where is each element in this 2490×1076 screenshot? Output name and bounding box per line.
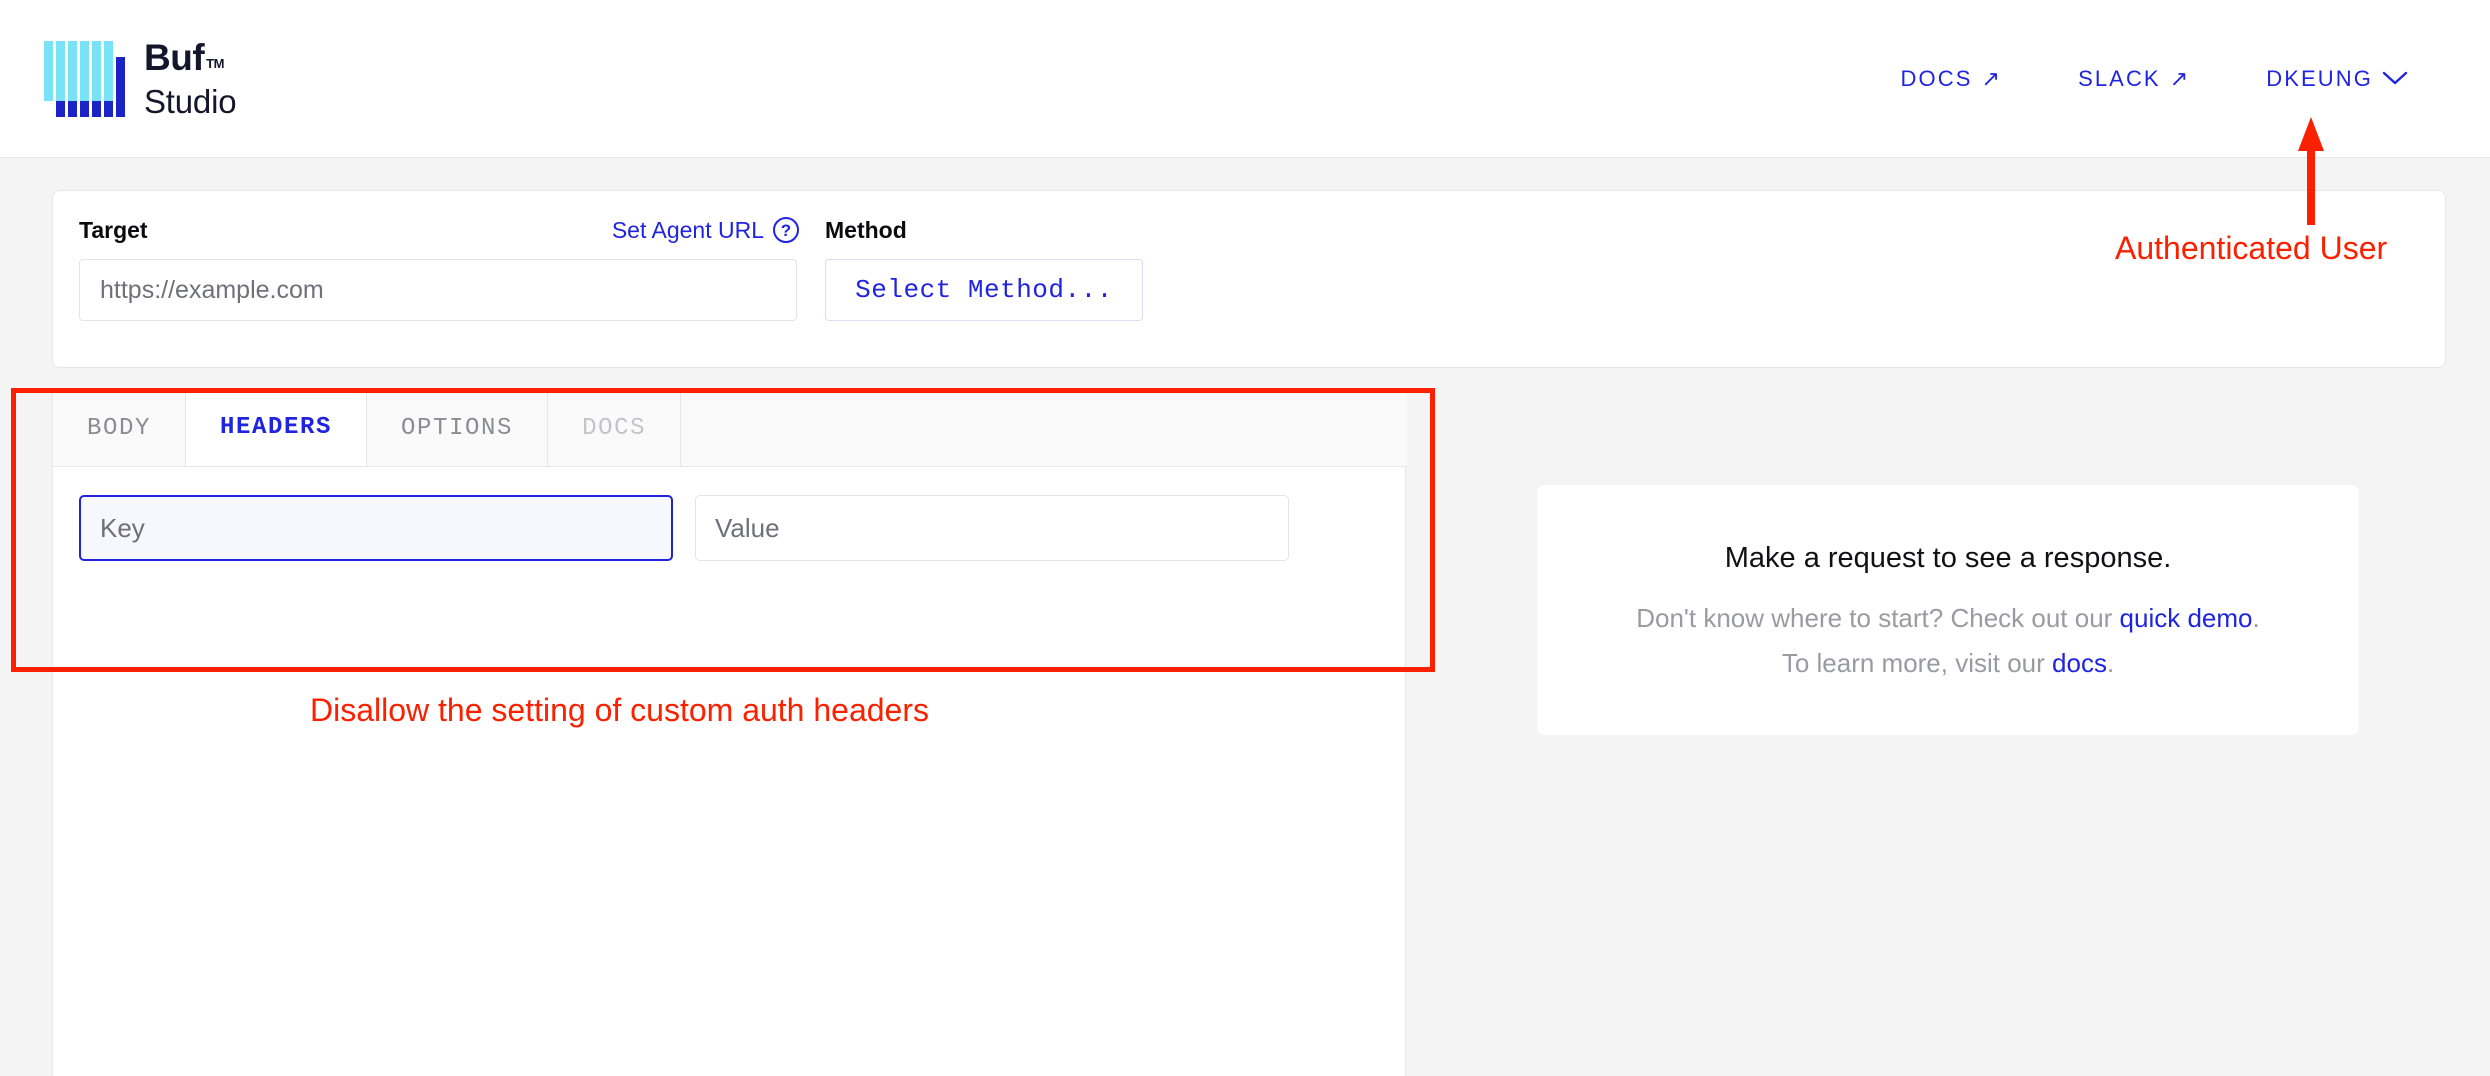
- response-hint-2-text: To learn more, visit our: [1781, 647, 2053, 678]
- user-menu-label: DKEUNG: [2266, 65, 2373, 91]
- user-menu-dkeung[interactable]: DKEUNG: [2228, 56, 2446, 102]
- tab-docs[interactable]: DOCS: [548, 389, 682, 466]
- response-placeholder-card: Make a request to see a response. Don't …: [1537, 485, 2359, 735]
- header-value-input[interactable]: [695, 495, 1289, 561]
- brand-wordmark: Buf TM Studio: [144, 37, 237, 120]
- docs-link[interactable]: docs: [2052, 648, 2107, 678]
- nav-link-slack[interactable]: SLACK ↗: [2040, 56, 2228, 102]
- quick-demo-link[interactable]: quick demo: [2120, 603, 2253, 633]
- set-agent-url-label: Set Agent URL: [611, 216, 764, 243]
- brand-logo[interactable]: Buf TM Studio: [44, 37, 237, 120]
- help-question-icon[interactable]: ?: [773, 217, 799, 243]
- buf-logo-icon: [44, 40, 125, 117]
- header-key-input[interactable]: [79, 495, 673, 561]
- external-link-arrow-icon: ↗: [1981, 65, 2003, 91]
- target-url-input[interactable]: [79, 259, 797, 321]
- nav-link-slack-label: SLACK: [2078, 65, 2161, 91]
- headers-editor: [53, 467, 1407, 589]
- tab-headers[interactable]: HEADERS: [186, 389, 368, 466]
- tab-options[interactable]: OPTIONS: [367, 389, 549, 466]
- request-panel: BODY HEADERS OPTIONS DOCS: [52, 388, 1407, 1076]
- select-method-button[interactable]: Select Method...: [825, 259, 1143, 321]
- response-hint-line-2: To learn more, visit our docs.: [1782, 648, 2114, 679]
- annotation-authenticated-user-text: Authenticated User: [2115, 230, 2388, 266]
- response-hint-1-text: Don't know where to start? Check out our: [1636, 602, 2120, 633]
- trademark-mark: TM: [206, 56, 224, 71]
- response-hint-2-period: .: [2106, 647, 2115, 678]
- target-field-group: Target Set Agent URL ?: [79, 215, 799, 321]
- main-region: Target Set Agent URL ? Method Select Met…: [0, 158, 2490, 1076]
- chevron-down-icon: [2382, 66, 2408, 92]
- method-field-group: Method Select Method...: [825, 215, 1143, 321]
- header-nav: DOCS ↗ SLACK ↗ DKEUNG: [1863, 56, 2446, 102]
- nav-link-docs-label: DOCS: [1900, 65, 1973, 91]
- nav-link-docs[interactable]: DOCS ↗: [1863, 56, 2041, 102]
- annotation-disallow-headers-text: Disallow the setting of custom auth head…: [310, 692, 929, 728]
- annotation-arrow-up-icon: [2297, 117, 2325, 225]
- response-title: Make a request to see a response.: [1724, 541, 2172, 574]
- tab-body[interactable]: BODY: [53, 389, 187, 466]
- request-tab-bar: BODY HEADERS OPTIONS DOCS: [53, 389, 1407, 467]
- app-header: Buf TM Studio DOCS ↗ SLACK ↗ DKEUNG: [0, 0, 2490, 158]
- brand-name: Buf: [144, 37, 205, 78]
- tab-bar-filler: [681, 389, 1407, 466]
- external-link-arrow-icon: ↗: [2169, 65, 2191, 91]
- response-hint-line-1: Don't know where to start? Check out our…: [1636, 603, 2260, 634]
- header-row: [79, 495, 1381, 561]
- set-agent-url-link[interactable]: Set Agent URL ?: [612, 217, 799, 244]
- response-hint-1-period: .: [2252, 602, 2260, 633]
- target-label: Target: [79, 216, 148, 243]
- brand-product: Studio: [144, 83, 237, 120]
- method-label: Method: [825, 216, 907, 243]
- target-card: Target Set Agent URL ? Method Select Met…: [52, 190, 2446, 368]
